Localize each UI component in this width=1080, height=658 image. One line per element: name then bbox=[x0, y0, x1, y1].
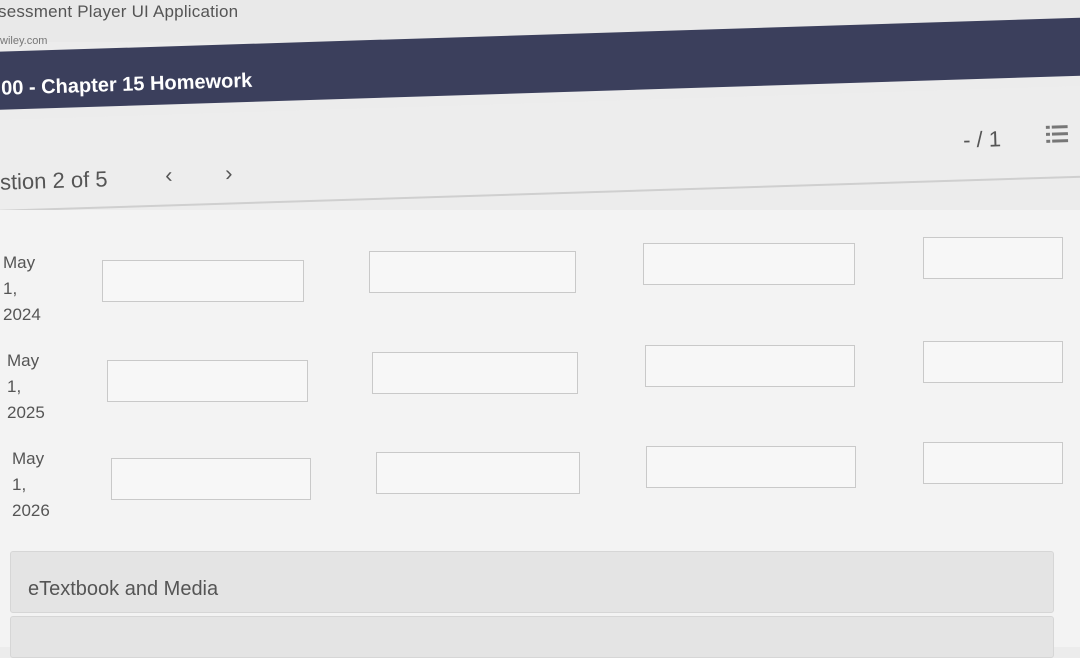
row-date-label: May 1, 2025 bbox=[7, 348, 67, 426]
row-year: 2025 bbox=[7, 403, 45, 422]
amount-input[interactable] bbox=[645, 345, 855, 387]
row-day: 1, bbox=[7, 377, 22, 396]
amount-input[interactable] bbox=[369, 251, 576, 293]
question-counter: stion 2 of 5 bbox=[0, 166, 108, 195]
next-question-button[interactable]: › bbox=[216, 160, 241, 187]
amount-input[interactable] bbox=[102, 260, 304, 302]
row-date-label: May 1, 2024 bbox=[3, 250, 63, 328]
amount-input[interactable] bbox=[923, 237, 1063, 279]
amount-input[interactable] bbox=[643, 243, 855, 285]
etextbook-media-section[interactable]: eTextbook and Media bbox=[10, 551, 1054, 613]
app-title: sessment Player UI Application bbox=[0, 2, 239, 21]
assignment-title: 00 - Chapter 15 Homework bbox=[0, 69, 253, 100]
row-year: 2026 bbox=[12, 501, 50, 520]
previous-question-button[interactable]: ‹ bbox=[156, 162, 181, 189]
row-year: 2024 bbox=[3, 305, 41, 324]
amount-input[interactable] bbox=[376, 452, 580, 494]
amount-input[interactable] bbox=[111, 458, 311, 500]
amount-input[interactable] bbox=[372, 352, 578, 394]
app-url: wiley.com bbox=[0, 35, 48, 47]
amount-input[interactable] bbox=[646, 446, 856, 488]
amount-input[interactable] bbox=[923, 341, 1063, 383]
row-date-label: May 1, 2026 bbox=[12, 446, 72, 524]
amount-input[interactable] bbox=[107, 360, 308, 402]
etextbook-media-label: eTextbook and Media bbox=[28, 578, 219, 600]
list-menu-icon[interactable] bbox=[1045, 123, 1069, 146]
row-day: 1, bbox=[12, 475, 27, 494]
question-score: - / 1 bbox=[962, 126, 1002, 153]
table-row: May 1, 2026 bbox=[0, 442, 1080, 536]
row-month: May bbox=[7, 351, 40, 370]
collapsed-section[interactable] bbox=[10, 616, 1054, 658]
table-row: May 1, 2024 bbox=[0, 237, 1080, 340]
table-row: May 1, 2025 bbox=[0, 341, 1080, 438]
row-month: May bbox=[3, 253, 36, 272]
amount-input[interactable] bbox=[923, 442, 1063, 484]
row-day: 1, bbox=[3, 279, 18, 298]
row-month: May bbox=[12, 449, 45, 468]
